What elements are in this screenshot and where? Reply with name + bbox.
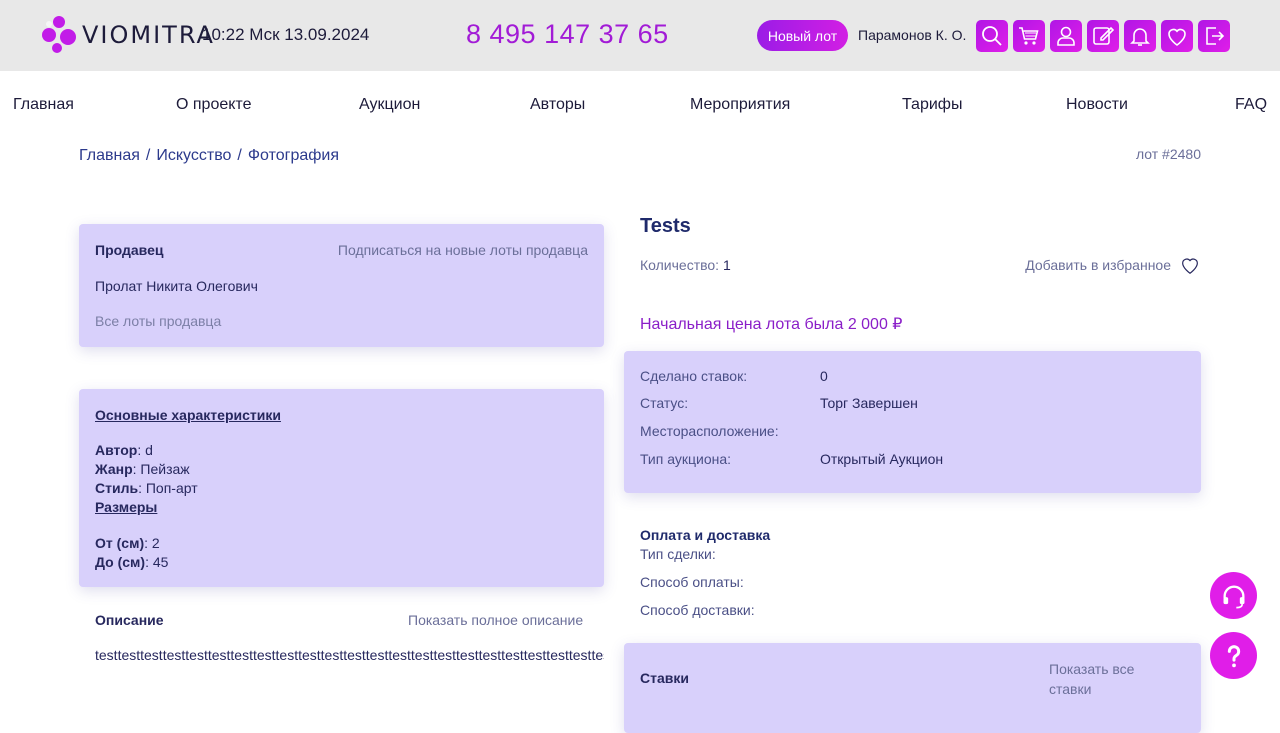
lot-title: Tests bbox=[640, 215, 691, 237]
search-button[interactable] bbox=[976, 20, 1008, 52]
show-all-bids-line2: ставки bbox=[1049, 681, 1092, 697]
nav-item-events[interactable]: Мероприятия bbox=[690, 96, 790, 114]
breadcrumb-item-photography[interactable]: Фотография bbox=[248, 147, 339, 164]
nav-item-faq[interactable]: FAQ bbox=[1235, 96, 1267, 114]
bids-made-value: 0 bbox=[820, 367, 828, 384]
characteristics-card: Основные характеристики Автор: d Жанр: П… bbox=[79, 389, 604, 587]
all-seller-lots-link[interactable]: Все лоты продавца bbox=[95, 313, 221, 329]
status-value: Торг Завершен bbox=[820, 395, 918, 412]
logo[interactable]: VIOMITRA bbox=[40, 16, 215, 54]
style-row: Стиль: Поп-арт bbox=[95, 479, 198, 498]
bids-heading: Ставки bbox=[640, 670, 689, 686]
bell-icon bbox=[1130, 28, 1150, 46]
deal-type-label: Тип сделки: bbox=[640, 546, 716, 562]
start-price: Начальная цена лота была 2 000 ₽ bbox=[640, 316, 903, 333]
user-icon bbox=[1057, 26, 1075, 46]
edit-button[interactable] bbox=[1087, 20, 1119, 52]
seller-name: Пролат Никита Олегович bbox=[95, 278, 258, 294]
heart-icon bbox=[1168, 28, 1186, 46]
delivery-method-label: Способ доставки: bbox=[640, 602, 755, 618]
status-label: Статус: bbox=[640, 395, 689, 412]
subscribe-seller-link[interactable]: Подписаться на новые лоты продавца bbox=[338, 242, 588, 258]
user-name[interactable]: Парамонов К. О. bbox=[858, 27, 966, 43]
main-nav: Главная О проекте Аукцион Авторы Меропри… bbox=[0, 96, 1280, 118]
description-heading: Описание bbox=[95, 612, 164, 628]
notifications-button[interactable] bbox=[1124, 20, 1156, 52]
description-text: testtesttesttesttesttesttesttesttesttest… bbox=[95, 647, 604, 663]
lot-number: лот #2480 bbox=[1135, 146, 1201, 162]
quantity-value: 1 bbox=[722, 257, 731, 273]
logout-button[interactable] bbox=[1198, 20, 1230, 52]
quantity-label: Количество: bbox=[640, 257, 723, 273]
cart-button[interactable] bbox=[1013, 20, 1045, 52]
breadcrumb-item-art[interactable]: Искусство bbox=[156, 147, 231, 164]
help-button[interactable] bbox=[1210, 632, 1257, 679]
characteristics-list: Автор: d Жанр: Пейзаж Стиль: Поп-арт Раз… bbox=[95, 441, 198, 572]
phone-number[interactable]: 8 495 147 37 65 bbox=[466, 19, 669, 50]
add-to-favorites[interactable]: Добавить в избранное bbox=[1025, 254, 1201, 276]
genre-value: : Пейзаж bbox=[132, 461, 190, 477]
headset-icon bbox=[1223, 585, 1244, 609]
sizes-heading[interactable]: Размеры bbox=[95, 498, 198, 517]
genre-row: Жанр: Пейзаж bbox=[95, 460, 198, 479]
genre-label: Жанр bbox=[95, 461, 133, 477]
nav-item-home[interactable]: Главная bbox=[13, 96, 74, 114]
support-button[interactable] bbox=[1210, 572, 1257, 619]
size-from-label: От (см) bbox=[95, 535, 145, 551]
search-icon bbox=[982, 26, 1002, 46]
question-icon bbox=[1227, 644, 1240, 667]
author-row: Автор: d bbox=[95, 441, 198, 460]
cart-icon bbox=[1019, 27, 1039, 45]
author-value: : d bbox=[137, 442, 153, 458]
show-all-bids-line1: Показать все bbox=[1049, 661, 1135, 677]
breadcrumb-item-home[interactable]: Главная bbox=[79, 147, 140, 164]
nav-item-news[interactable]: Новости bbox=[1066, 96, 1128, 114]
location-label: Месторасположение: bbox=[640, 422, 779, 439]
logout-icon bbox=[1206, 27, 1225, 45]
auction-type-value: Открытый Аукцион bbox=[820, 450, 944, 467]
logo-text: VIOMITRA bbox=[82, 21, 215, 49]
nav-item-authors[interactable]: Авторы bbox=[530, 96, 585, 114]
location-row: Месторасположение: bbox=[640, 417, 1201, 445]
nav-item-about[interactable]: О проекте bbox=[176, 96, 251, 114]
style-value: : Поп-арт bbox=[138, 480, 198, 496]
characteristics-heading[interactable]: Основные характеристики bbox=[95, 407, 281, 423]
size-from-row: От (см): 2 bbox=[95, 534, 198, 553]
top-header: VIOMITRA 10:22 Мск 13.09.2024 8 495 147 … bbox=[0, 0, 1280, 71]
breadcrumb-separator: / bbox=[237, 147, 242, 164]
add-to-favorites-label: Добавить в избранное bbox=[1025, 257, 1171, 273]
nav-item-auction[interactable]: Аукцион bbox=[359, 96, 420, 114]
breadcrumb: Главная / Искусство / Фотография bbox=[79, 147, 339, 165]
auction-type-label: Тип аукциона: bbox=[640, 450, 732, 467]
show-full-description-link[interactable]: Показать полное описание bbox=[408, 612, 583, 628]
bids-made-row: Сделано ставок: 0 bbox=[640, 362, 1201, 390]
author-label: Автор bbox=[95, 442, 138, 458]
auction-type-row: Тип аукциона: Открытый Аукцион bbox=[640, 445, 1201, 473]
size-from-value: : 2 bbox=[144, 535, 160, 551]
payment-heading: Оплата и доставка bbox=[640, 527, 771, 543]
favorites-button[interactable] bbox=[1161, 20, 1193, 52]
auction-info-card: Сделано ставок: 0 Статус: Торг Завершен Ме… bbox=[624, 351, 1201, 493]
status-row: Статус: Торг Завершен bbox=[640, 390, 1201, 418]
bids-made-label: Сделано ставок: bbox=[640, 367, 748, 384]
nav-item-tariffs[interactable]: Тарифы bbox=[902, 96, 962, 114]
profile-button[interactable] bbox=[1050, 20, 1082, 52]
show-all-bids-link[interactable]: Показать все ставки bbox=[1049, 659, 1134, 699]
style-label: Стиль bbox=[95, 480, 139, 496]
new-lot-button[interactable]: Новый лот bbox=[757, 20, 848, 51]
seller-heading: Продавец bbox=[95, 242, 164, 258]
size-to-value: : 45 bbox=[145, 554, 169, 570]
quantity: Количество: 1 bbox=[640, 257, 731, 273]
size-to-label: До (см) bbox=[95, 554, 146, 570]
payment-method-label: Способ оплаты: bbox=[640, 574, 744, 590]
size-to-row: До (см): 45 bbox=[95, 553, 198, 572]
seller-card: Продавец Подписаться на новые лоты прода… bbox=[79, 224, 604, 347]
clock: 10:22 Мск 13.09.2024 bbox=[202, 25, 370, 44]
logo-icon bbox=[40, 16, 76, 54]
heart-icon bbox=[1182, 258, 1198, 274]
edit-icon bbox=[1093, 26, 1115, 45]
breadcrumb-separator: / bbox=[145, 147, 151, 164]
